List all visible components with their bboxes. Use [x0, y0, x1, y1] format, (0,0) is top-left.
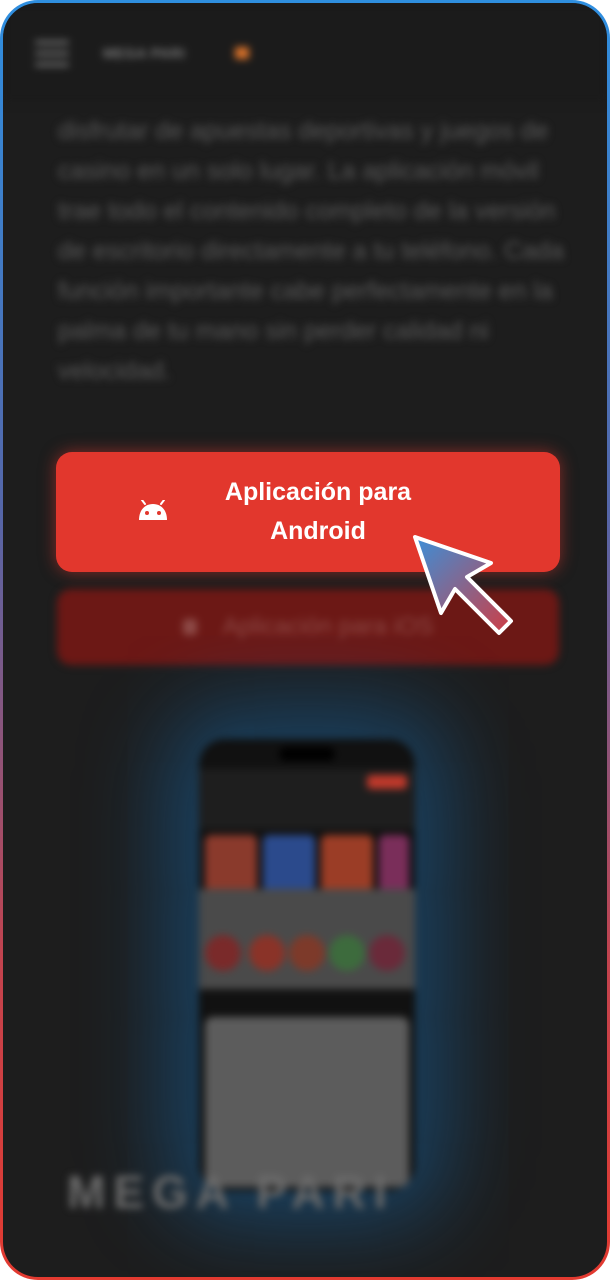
logo-mark-icon: [235, 47, 249, 59]
ios-app-button-label: Aplicación para iOS: [222, 613, 434, 640]
pointer-arrow-icon: [413, 535, 513, 635]
intro-paragraph: disfrutar de apuestas deportivas y juego…: [58, 117, 564, 385]
phone-game-circles: [205, 935, 409, 975]
phone-bet-list: [205, 1017, 409, 1187]
screen: MEGA PARI disfrutar de apuestas deportiv…: [3, 3, 607, 1277]
phone-mockup-image: [199, 739, 415, 1191]
device-frame: MEGA PARI disfrutar de apuestas deportiv…: [0, 0, 610, 1280]
apple-icon: [182, 619, 197, 635]
hamburger-menu-icon[interactable]: [35, 41, 69, 67]
phone-register-chip: [367, 775, 407, 789]
watermark-logo: MEGA PARI: [67, 1166, 395, 1218]
logo[interactable]: MEGA PARI: [103, 45, 185, 61]
android-icon: [139, 500, 167, 520]
top-bar: MEGA PARI: [3, 3, 607, 103]
phone-notch: [279, 747, 335, 761]
